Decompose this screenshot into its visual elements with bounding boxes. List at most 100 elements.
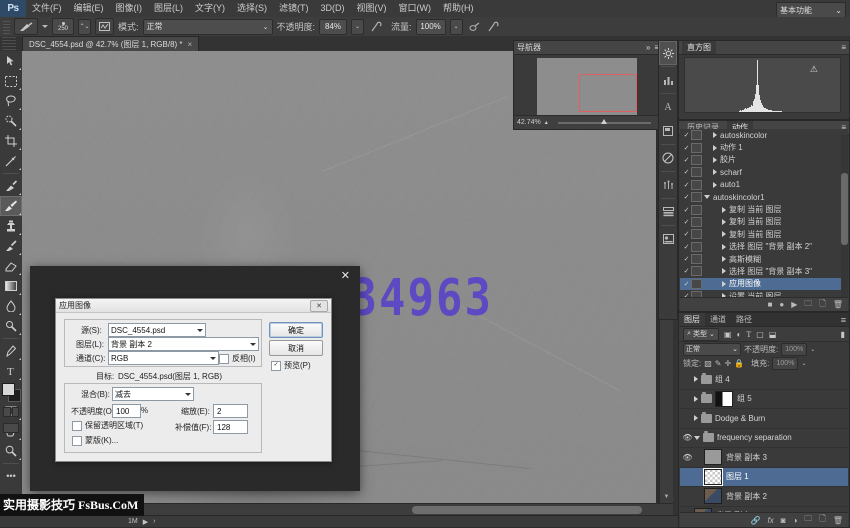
foreground-color-swatch[interactable]: [2, 383, 15, 396]
invert-checkbox-group[interactable]: 反相(I): [219, 353, 256, 364]
chevron-right-icon[interactable]: [694, 396, 698, 402]
mask-checkbox[interactable]: [72, 436, 82, 446]
tool-gradient[interactable]: [0, 276, 22, 296]
panel-menu-icon[interactable]: ≡: [841, 315, 849, 325]
standard-mode-icon[interactable]: [3, 407, 11, 417]
stop-icon[interactable]: ■: [768, 300, 773, 309]
action-dialog-toggle[interactable]: [691, 242, 702, 252]
action-row[interactable]: ✓复制 当前 图层: [680, 228, 848, 240]
action-toggle-checkbox[interactable]: ✓: [682, 131, 691, 139]
menu-item-5[interactable]: 选择(S): [231, 0, 273, 17]
adjustment-icon[interactable]: ◑: [793, 516, 798, 525]
actions-list[interactable]: ✓autoskincolor✓动作 1✓胶片✓scharf✓auto1✓auto…: [680, 129, 848, 297]
action-row[interactable]: ✓高斯模糊: [680, 253, 848, 265]
action-dialog-toggle[interactable]: [691, 130, 702, 140]
navigator-zoom-slider[interactable]: [558, 122, 651, 124]
tool-edit-toolbar[interactable]: •••: [0, 466, 22, 486]
horizontal-scroll-thumb[interactable]: [412, 506, 642, 514]
tool-spot-healing[interactable]: [0, 176, 22, 196]
dock-styles-icon[interactable]: [659, 200, 677, 224]
tab-paths[interactable]: 路径: [731, 313, 757, 326]
action-toggle-checkbox[interactable]: ✓: [682, 144, 691, 152]
action-row[interactable]: ✓autoskincolor: [680, 129, 848, 141]
layer-row[interactable]: 👁背景 副本 3: [680, 448, 848, 468]
chevron-down-icon[interactable]: [694, 436, 700, 440]
brush-preset-dropdown-arrow[interactable]: [42, 25, 48, 28]
tool-history-brush[interactable]: [0, 236, 22, 256]
blend-select[interactable]: 减去: [112, 387, 194, 401]
tool-eyedropper[interactable]: [0, 151, 22, 171]
chevron-right-icon[interactable]: [713, 182, 717, 188]
action-toggle-checkbox[interactable]: ✓: [682, 255, 691, 263]
histogram-header[interactable]: 直方图 ≡: [679, 41, 849, 55]
quick-mask-mode-icon[interactable]: [12, 407, 20, 417]
delete-icon[interactable]: 🗑: [833, 300, 843, 309]
status-expand-icon[interactable]: ›: [153, 518, 155, 525]
dock-paragraph-icon[interactable]: [659, 119, 677, 143]
dock-adjustments-icon[interactable]: [659, 173, 677, 197]
action-dialog-toggle[interactable]: [691, 205, 702, 215]
eye-icon[interactable]: 👁: [681, 453, 694, 462]
tool-blur[interactable]: [0, 296, 22, 316]
layer-row[interactable]: 👁组 4: [680, 370, 848, 390]
menu-item-6[interactable]: 滤镜(T): [273, 0, 315, 17]
scroll-down-icon[interactable]: ▼: [660, 490, 673, 503]
invert-checkbox[interactable]: [219, 354, 229, 364]
filter-toggle-icon[interactable]: ▮: [841, 330, 845, 339]
new-action-icon[interactable]: 🗋: [819, 298, 825, 312]
action-toggle-checkbox[interactable]: ✓: [682, 206, 691, 214]
action-row[interactable]: ✓auto1: [680, 179, 848, 191]
action-row[interactable]: ✓scharf: [680, 166, 848, 178]
tool-zoom[interactable]: [0, 441, 22, 461]
action-row[interactable]: ✓动作 1: [680, 141, 848, 153]
dialog-opacity-input[interactable]: 100: [112, 404, 141, 418]
menu-item-8[interactable]: 视图(V): [351, 0, 393, 17]
zoom-slider-knob[interactable]: [601, 119, 607, 124]
action-toggle-checkbox[interactable]: ✓: [682, 193, 691, 201]
quick-mask-toggle[interactable]: [3, 407, 19, 417]
action-row[interactable]: ✓应用图像: [680, 278, 848, 290]
actions-scroll-thumb[interactable]: [841, 173, 848, 245]
action-toggle-checkbox[interactable]: ✓: [682, 156, 691, 164]
brush-size-indicator[interactable]: 250: [52, 18, 74, 35]
chevron-right-icon[interactable]: [722, 256, 726, 262]
tool-eraser[interactable]: [0, 256, 22, 276]
blend-mode-select[interactable]: 正常 ⌄: [143, 19, 273, 35]
dialog-title-bar[interactable]: 应用图像 ✕: [56, 299, 331, 313]
eye-icon[interactable]: 👁: [681, 375, 694, 384]
fill-stepper-icon[interactable]: ⌄: [801, 360, 806, 367]
menu-item-0[interactable]: 文件(F): [26, 0, 68, 17]
dock-info-icon[interactable]: [659, 68, 677, 92]
eye-icon[interactable]: 👁: [681, 492, 694, 501]
mask-icon[interactable]: ◙: [781, 516, 786, 525]
preview-checkbox-group[interactable]: ✓ 预览(P): [271, 360, 311, 371]
action-dialog-toggle[interactable]: [691, 192, 702, 202]
action-row[interactable]: ✓复制 当前 图层: [680, 203, 848, 215]
layer-row[interactable]: 👁背景 副本 2: [680, 487, 848, 507]
dock-properties-icon[interactable]: [659, 227, 677, 251]
action-dialog-toggle[interactable]: [691, 180, 702, 190]
preserve-transparency-group[interactable]: 保留透明区域(T): [72, 420, 143, 431]
navigator-zoom-value[interactable]: 42.74%: [517, 119, 541, 126]
actions-scrollbar[interactable]: [841, 135, 848, 297]
flow-input[interactable]: 100%: [416, 19, 446, 35]
layer-row[interactable]: 👁frequency separation: [680, 429, 848, 449]
layer-fill-input[interactable]: 100%: [772, 357, 798, 370]
status-play-icon[interactable]: ▶: [143, 518, 148, 526]
action-dialog-toggle[interactable]: [691, 254, 702, 264]
color-swatches[interactable]: [2, 383, 20, 401]
new-group-icon[interactable]: 🗀: [804, 298, 812, 312]
chevron-right-icon[interactable]: [694, 415, 698, 421]
menu-item-1[interactable]: 编辑(E): [68, 0, 110, 17]
action-toggle-checkbox[interactable]: ✓: [682, 168, 691, 176]
chevron-right-icon[interactable]: [722, 244, 726, 250]
adjustment-filter-icon[interactable]: ◐: [737, 330, 742, 339]
opacity-input[interactable]: 84%: [319, 19, 347, 35]
action-dialog-toggle[interactable]: [691, 167, 702, 177]
panel-menu-icon[interactable]: ≡: [841, 43, 846, 52]
action-dialog-toggle[interactable]: [691, 266, 702, 276]
layers-list[interactable]: 👁组 4👁组 5👁Dodge & Burn👁frequency separati…: [680, 370, 848, 512]
chevron-right-icon[interactable]: [713, 145, 717, 151]
chevron-right-icon[interactable]: [713, 132, 717, 138]
collapse-icon[interactable]: »: [646, 43, 650, 52]
